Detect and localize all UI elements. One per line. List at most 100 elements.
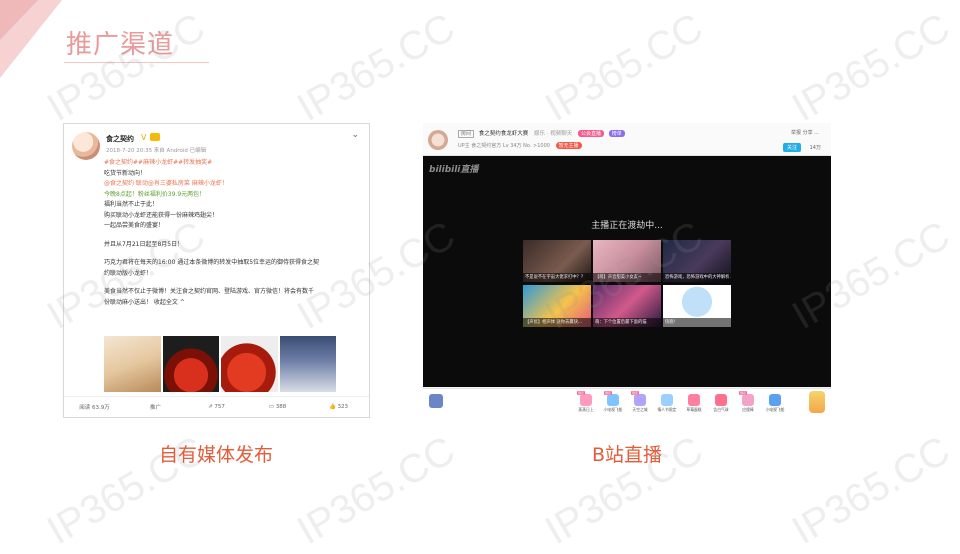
post-line: 份联动麻小送出！ 收起全文 ^	[104, 298, 185, 306]
room-title-row: 房间 食之契约食龙虾大赛 娱乐 · 视频聊天 公会直播 榜单	[458, 129, 625, 138]
like-icon: 👍	[328, 404, 338, 410]
page-title: 推广渠道	[66, 30, 175, 60]
gift-icon	[607, 394, 619, 406]
gift-item[interactable]: 告白气球	[710, 392, 732, 413]
offline-status: 主播正在渡劫中...	[591, 221, 663, 231]
recommended-title: 恐怖游戏，恐怖游戏中的大神解析...	[663, 273, 731, 282]
gift-label: 蒸蒸日上	[578, 407, 594, 412]
recommended-title: 不是说不在宇宙大佬求打中？？	[523, 273, 591, 282]
like-button[interactable]: 👍 323	[308, 404, 369, 410]
gift-bar: 限定 蒸蒸日上 限定 小电视飞船 限定 天空之城 情人节限定 草莓蛋糕 告白气球 限定…	[423, 388, 831, 415]
bilibili-live-logo: bilibili直播	[429, 165, 479, 175]
room-title: 食之契约食龙虾大赛	[478, 131, 529, 137]
member-crown-icon	[150, 133, 160, 141]
title-underline	[64, 62, 209, 63]
watermark: IP365.CC	[785, 428, 958, 554]
recommended-stream[interactable]: 【萌】声音甜美小女友~	[593, 240, 661, 282]
caption-bilibili-live: B站直播	[592, 444, 663, 466]
streamer-avatar[interactable]	[428, 130, 448, 150]
promote-link[interactable]: 推广	[125, 403, 186, 411]
room-header: 房间 食之契约食龙虾大赛 娱乐 · 视频聊天 公会直播 榜单 UP主 食之契约官…	[423, 123, 831, 156]
chevron-down-icon[interactable]: ⌄	[351, 130, 359, 140]
recommended-stream[interactable]: 不是说不在宇宙大佬求打中？？	[523, 240, 591, 282]
post-image[interactable]	[104, 336, 161, 392]
post-line: 巧克力君将在每天的16:00 通过本条微博的转发中抽取5位幸运的御侍获得食之契	[104, 259, 320, 266]
gift-item[interactable]: 限定 蒸蒸日上	[575, 391, 597, 413]
recommended-stream[interactable]: 【声优】相声体 送你去赢快...	[523, 285, 591, 327]
post-line: 约联动版小龙虾！	[104, 269, 153, 277]
post-line: 吃货节新动向！	[104, 169, 147, 177]
gift-label: 应援棒	[742, 407, 754, 412]
gift-icon	[715, 394, 727, 406]
watermark: IP365.CC	[538, 5, 711, 131]
post-body: #食之契约##麻辣小龙虾##转发抽奖# 吃货节新动向！ @食之契约 联动@肖三婆…	[104, 158, 362, 308]
gift-icon	[634, 394, 646, 406]
gift-item[interactable]: 小电视飞船	[764, 392, 786, 413]
gift-label: 小电视飞船	[765, 407, 785, 412]
watermark: IP365.CC	[290, 5, 463, 131]
gift-label: 小电视飞船	[603, 407, 623, 412]
recommended-title: 【声优】相声体 送你去赢快...	[523, 318, 591, 327]
post-image[interactable]	[221, 336, 278, 392]
like-count: 323	[337, 404, 349, 410]
gift-icon	[769, 394, 781, 406]
caption-owned-media: 自有媒体发布	[159, 444, 274, 466]
post-footer: 阅读 63.9万 推广 ⇗ 757 ▭ 388 👍 323	[64, 396, 369, 417]
post-line: #食之契约##麻辣小龙虾##转发抽奖#	[104, 159, 213, 166]
fans-count: 14万	[809, 145, 821, 151]
share-menu[interactable]: 举报 分享 ...	[791, 129, 819, 136]
gift-label: 告白气球	[713, 407, 729, 412]
recommended-stream[interactable]: 快跑！	[663, 285, 731, 327]
verified-icon: V	[141, 133, 147, 142]
gift-icon	[688, 394, 700, 406]
gift-label: 草莓蛋糕	[686, 407, 702, 412]
reads-count: 阅读 63.9万	[79, 405, 110, 411]
corner-decoration	[0, 0, 62, 78]
post-line: @食之契约 联动@肖三婆私房菜 麻辣小龙虾！	[104, 180, 228, 187]
post-line: 美食当然不仅止于微博！关注食之契约官网、登陆游戏、官方微信！将会有数千	[104, 288, 315, 295]
avatar	[72, 132, 100, 160]
bilibili-live-screenshot: 房间 食之契约食龙虾大赛 娱乐 · 视频聊天 公会直播 榜单 UP主 食之契约官…	[423, 123, 831, 415]
post-images	[104, 336, 336, 392]
room-badge: 房间	[458, 130, 475, 138]
repost-count: 757	[214, 404, 225, 410]
mascot-icon[interactable]	[809, 391, 825, 413]
video-player[interactable]: bilibili直播 主播正在渡劫中... 不是说不在宇宙大佬求打中？？ 【萌】…	[423, 156, 831, 387]
gift-item[interactable]: 限定 天空之城	[629, 391, 651, 413]
recommended-title: 快跑！	[663, 318, 731, 327]
weibo-post-screenshot: 食之契约 V 2018-7-20 20:35 来自 Android 已编辑 ⌄ …	[63, 123, 370, 418]
recommended-stream[interactable]: 恐怖游戏，恐怖游戏中的大神解析...	[663, 240, 731, 282]
gift-icon	[661, 394, 673, 406]
comment-icon: ▭	[268, 404, 276, 410]
gift-item[interactable]: 限定 应援棒	[737, 391, 759, 413]
post-meta: 2018-7-20 20:35 来自 Android 已编辑	[106, 148, 207, 154]
post-line: 福利当然不止于此！	[104, 201, 159, 208]
room-stats-text: UP主 食之契约官方 Lv 34万 No. >1000	[458, 143, 550, 149]
post-image[interactable]	[162, 336, 219, 392]
post-line: 购买联动小龙虾还能获得一份麻辣鸡翅尖！	[104, 211, 219, 219]
post-line: 并且从7月21日起至8月5日！	[104, 240, 184, 248]
post-line: 一起品尝美食的盛宴！	[104, 222, 165, 229]
follow-button[interactable]: 关注	[782, 143, 801, 152]
recommended-title: 萌：下个位置后最下面的猫	[593, 318, 661, 327]
gift-icon	[580, 394, 592, 406]
comment-button[interactable]: ▭ 388	[247, 404, 308, 410]
recommended-stream[interactable]: 萌：下个位置后最下面的猫	[593, 285, 661, 327]
repost-button[interactable]: ⇗ 757	[186, 404, 247, 410]
user-level-icon[interactable]	[429, 394, 443, 408]
rank-tag[interactable]: 榜单	[608, 130, 625, 137]
gift-item[interactable]: 草莓蛋糕	[683, 392, 705, 413]
room-stats: UP主 食之契约官方 Lv 34万 No. >1000 暂无主播	[458, 142, 582, 149]
room-tag[interactable]: 公会直播	[578, 130, 605, 137]
watermark: IP365.CC	[785, 5, 958, 131]
gift-item[interactable]: 限定 小电视飞船	[602, 391, 624, 413]
status-badge: 暂无主播	[555, 142, 582, 149]
comment-count: 388	[275, 404, 287, 410]
room-category[interactable]: 娱乐 · 视频聊天	[534, 131, 572, 137]
post-username: 食之契约	[106, 135, 134, 143]
gift-label: 天空之城	[632, 407, 648, 412]
post-image[interactable]	[279, 336, 336, 392]
gift-item[interactable]: 情人节限定	[656, 392, 678, 413]
gift-icon	[742, 394, 754, 406]
post-line: 今晚8点起！粉丝福利价39.9元两包！	[104, 190, 206, 198]
